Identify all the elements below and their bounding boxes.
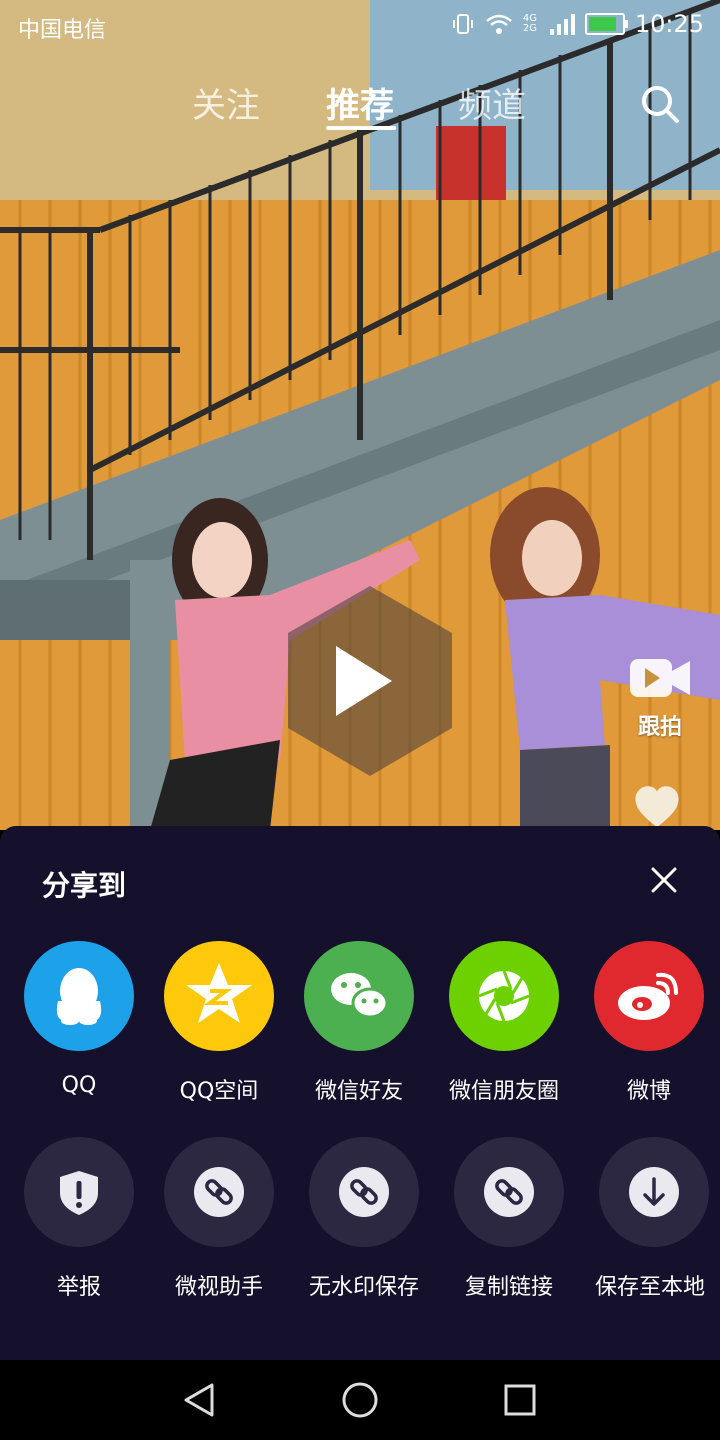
network-type: 4G 2G (522, 13, 537, 34)
share-weibo-button[interactable]: 微博 (574, 941, 720, 1105)
save-no-watermark-label: 无水印保存 (308, 1275, 419, 1300)
download-icon (643, 1177, 665, 1206)
report-shield-icon (60, 1171, 98, 1215)
save-no-watermark-button[interactable]: 无水印保存 (289, 1137, 439, 1301)
link-icon (205, 1179, 233, 1205)
system-nav-bar (0, 1360, 720, 1440)
save-no-watermark-circle (309, 1137, 419, 1247)
copy-link-button[interactable]: 复制链接 (434, 1137, 584, 1301)
tab-channels[interactable]: 频道 (458, 78, 526, 127)
active-tab-indicator (326, 126, 396, 130)
battery-icon (584, 13, 628, 35)
link-icon (495, 1179, 523, 1205)
back-triangle-icon[interactable] (180, 1380, 220, 1420)
link-icon (350, 1179, 378, 1205)
wechat-moments-icon (478, 970, 530, 1022)
share-qq-label: QQ (61, 1073, 97, 1098)
weibo-circle (594, 941, 704, 1051)
video-camera-icon (630, 659, 690, 697)
follow-shoot-label: 跟拍 (637, 715, 682, 740)
qzone-star-icon (186, 963, 252, 1023)
share-sheet: 分享到 QQ QQ空间 微信好友 微信朋友圈 微博 举报 微视助手 无水印保存 … (0, 826, 720, 1360)
weibo-icon (618, 972, 678, 1020)
qq-penguin-icon (56, 968, 102, 1025)
save-local-button[interactable]: 保存至本地 (579, 1137, 720, 1301)
wechat-icon (331, 973, 389, 1019)
clock: 10:25 (634, 10, 704, 38)
play-button[interactable] (288, 586, 452, 776)
share-moments-label: 微信朋友圈 (448, 1079, 559, 1104)
share-sheet-title: 分享到 (42, 869, 127, 902)
follow-shoot-button[interactable]: 跟拍 (620, 655, 700, 741)
vibrate-icon (452, 14, 473, 34)
wechat-circle (304, 941, 414, 1051)
share-wechat-label: 微信好友 (314, 1079, 403, 1104)
carrier-label: 中国电信 (18, 18, 107, 43)
share-qq-button[interactable]: QQ (4, 941, 154, 1098)
report-label: 举报 (56, 1275, 101, 1300)
search-icon[interactable] (640, 84, 680, 124)
weishi-assistant-button[interactable]: 微视助手 (144, 1137, 294, 1301)
recents-square-icon[interactable] (500, 1380, 540, 1420)
tab-recommended[interactable]: 推荐 (326, 78, 394, 127)
tab-following[interactable]: 关注 (192, 78, 260, 127)
save-local-circle (599, 1137, 709, 1247)
share-qzone-button[interactable]: QQ空间 (144, 941, 294, 1105)
heart-icon[interactable] (626, 784, 688, 830)
status-bar: 中国电信 4G 2G 10:25 (0, 0, 720, 50)
weishi-assistant-circle (164, 1137, 274, 1247)
share-wechat-button[interactable]: 微信好友 (284, 941, 434, 1105)
save-local-label: 保存至本地 (595, 1275, 706, 1300)
share-qzone-label: QQ空间 (179, 1079, 259, 1104)
moments-circle (449, 941, 559, 1051)
qq-circle (24, 941, 134, 1051)
report-circle (24, 1137, 134, 1247)
report-button[interactable]: 举报 (4, 1137, 154, 1301)
weishi-assistant-label: 微视助手 (174, 1275, 263, 1300)
qzone-circle (164, 941, 274, 1051)
copy-link-circle (454, 1137, 564, 1247)
home-circle-icon[interactable] (340, 1380, 380, 1420)
wifi-icon (486, 14, 512, 34)
close-icon[interactable] (648, 864, 680, 896)
signal-icon (549, 14, 575, 35)
status-icons: 4G 2G 10:25 (451, 10, 704, 38)
share-moments-button[interactable]: 微信朋友圈 (429, 941, 579, 1105)
copy-link-label: 复制链接 (464, 1275, 553, 1300)
share-weibo-label: 微博 (626, 1079, 671, 1104)
